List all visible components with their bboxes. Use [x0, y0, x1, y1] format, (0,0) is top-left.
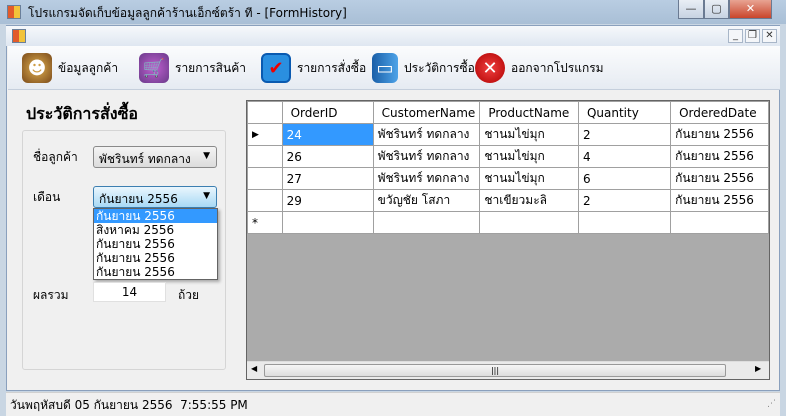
app-icon [7, 5, 21, 19]
month-option[interactable]: กันยายน 2556 [94, 209, 217, 223]
cart-icon: 🛒 [139, 53, 169, 83]
cell[interactable]: กันยายน 2556 [670, 167, 769, 190]
customer-label: ชื่อลูกค้า [33, 150, 78, 164]
column-header[interactable]: ProductName [479, 101, 579, 124]
scroll-right-icon[interactable]: ▶ [755, 364, 761, 373]
toolbar-label: รายการสินค้า [175, 60, 246, 75]
column-header[interactable]: OrderedDate [670, 101, 769, 124]
new-row[interactable]: * [247, 211, 769, 234]
cell[interactable]: 2 [577, 123, 672, 146]
cell[interactable]: ขวัญชัย โสภา [372, 189, 481, 212]
toolbar-history-button[interactable]: ▭ ประวัติการซื้อ [372, 50, 475, 86]
cell[interactable] [479, 211, 579, 234]
unit-label: ถ้วย [178, 288, 200, 302]
cell[interactable]: กันยายน 2556 [670, 189, 769, 212]
month-combo-value: กันยายน 2556 [99, 192, 178, 206]
toolbar-label: ออกจากโปรแกรม [511, 60, 604, 75]
month-label: เดือน [33, 190, 61, 204]
checklist-icon: ✔ [261, 53, 291, 83]
table-row[interactable]: ▶ 24 พัชรินทร์ ทดกลาง ชานมไข่มุก 2 กันยา… [247, 123, 769, 146]
total-field[interactable]: 14 [93, 282, 166, 302]
month-option[interactable]: กันยายน 2556 [94, 251, 217, 265]
cell[interactable]: 27 [281, 167, 374, 190]
status-bar: วันพฤหัสบดี 05 กันยายน 2556 7:55:55 PM ⋰ [6, 392, 780, 416]
status-datetime: วันพฤหัสบดี 05 กันยายน 2556 7:55:55 PM [10, 398, 248, 412]
orders-grid: OrderID CustomerName ProductName Quantit… [246, 100, 770, 380]
row-header[interactable] [247, 189, 283, 212]
toolbar: ☻ ข้อมูลลูกค้า 🛒 รายการสินค้า ✔ รายการสั… [8, 46, 780, 90]
current-row-indicator[interactable]: ▶ [247, 123, 283, 146]
cell[interactable]: กันยายน 2556 [670, 145, 769, 168]
customer-combo[interactable]: พัชรินทร์ ทดกลาง ▼ [93, 146, 217, 168]
table-row[interactable]: 29 ขวัญชัย โสภา ชาเขียวมะลิ 2 กันยายน 25… [247, 189, 769, 212]
child-close-button[interactable]: ✕ [762, 29, 777, 43]
resize-grip-icon[interactable]: ⋰ [767, 399, 776, 409]
cell[interactable]: 6 [577, 167, 672, 190]
row-header[interactable] [247, 145, 283, 168]
page-title: ประวัติการสั่งซื้อ [26, 104, 139, 123]
cell[interactable] [670, 211, 769, 234]
column-header[interactable]: CustomerName [372, 101, 481, 124]
cell[interactable]: ชาเขียวมะลิ [479, 189, 579, 212]
toolbar-label: ข้อมูลลูกค้า [58, 60, 119, 75]
scroll-left-icon[interactable]: ◀ [251, 364, 257, 373]
cell[interactable]: พัชรินทร์ ทดกลาง [372, 167, 481, 190]
child-form-icon[interactable] [12, 29, 26, 43]
cell[interactable] [577, 211, 672, 234]
toolbar-label: รายการสั่งซื้อ [297, 60, 367, 75]
month-option[interactable]: กันยายน 2556 [94, 265, 217, 279]
customer-combo-value: พัชรินทร์ ทดกลาง [99, 152, 191, 166]
toolbar-customers-button[interactable]: ☻ ข้อมูลลูกค้า [22, 50, 118, 86]
cell[interactable] [281, 211, 374, 234]
new-row-indicator[interactable]: * [247, 211, 283, 234]
cell[interactable]: กันยายน 2556 [670, 123, 769, 146]
cell[interactable]: พัชรินทร์ ทดกลาง [372, 145, 481, 168]
cell[interactable]: 4 [577, 145, 672, 168]
toolbar-orders-button[interactable]: ✔ รายการสั่งซื้อ [261, 50, 366, 86]
grid-header-row: OrderID CustomerName ProductName Quantit… [247, 101, 769, 124]
notebook-icon: ▭ [372, 53, 398, 83]
child-minimize-button[interactable]: _ [728, 29, 743, 43]
cell[interactable]: ชานมไข่มุก [479, 145, 579, 168]
toolbar-label: ประวัติการซื้อ [404, 60, 475, 75]
row-header[interactable] [247, 167, 283, 190]
maximize-button[interactable]: ▢ [704, 0, 729, 19]
cell[interactable]: ชานมไข่มุก [479, 123, 579, 146]
cell[interactable]: 26 [281, 145, 374, 168]
exit-icon: ✕ [475, 53, 505, 83]
toolbar-products-button[interactable]: 🛒 รายการสินค้า [139, 50, 246, 86]
month-dropdown-list: กันยายน 2556 สิงหาคม 2556 กันยายน 2556 ก… [93, 208, 218, 280]
month-option[interactable]: กันยายน 2556 [94, 237, 217, 251]
table-row[interactable]: 26 พัชรินทร์ ทดกลาง ชานมไข่มุก 4 กันยายน… [247, 145, 769, 168]
chevron-down-icon: ▼ [203, 191, 210, 201]
cell[interactable]: 24 [281, 123, 374, 146]
close-button[interactable]: ✕ [729, 0, 772, 19]
window-title: โปรแกรมจัดเก็บข้อมูลลูกค้าร้านเอ็กซ์ตร้า… [28, 6, 347, 20]
cell[interactable]: 2 [577, 189, 672, 212]
chevron-down-icon: ▼ [203, 151, 210, 161]
child-restore-button[interactable]: ❐ [745, 29, 760, 43]
minimize-button[interactable]: — [678, 0, 704, 19]
title-bar: โปรแกรมจัดเก็บข้อมูลลูกค้าร้านเอ็กซ์ตร้า… [0, 0, 786, 24]
orders-table: OrderID CustomerName ProductName Quantit… [247, 101, 769, 234]
cell[interactable] [372, 211, 481, 234]
cell[interactable]: ชานมไข่มุก [479, 167, 579, 190]
cell[interactable]: พัชรินทร์ ทดกลาง [372, 123, 481, 146]
mdi-menu-bar: _ ❐ ✕ [6, 26, 780, 46]
toolbar-exit-button[interactable]: ✕ ออกจากโปรแกรม [475, 50, 604, 86]
row-header-corner [247, 101, 283, 124]
table-row[interactable]: 27 พัชรินทร์ ทดกลาง ชานมไข่มุก 6 กันยายน… [247, 167, 769, 190]
column-header[interactable]: OrderID [281, 101, 374, 124]
horizontal-scrollbar[interactable]: ◀ ||| ▶ [247, 361, 769, 379]
total-label: ผลรวม [33, 288, 69, 302]
month-combo[interactable]: กันยายน 2556 ▼ [93, 186, 217, 208]
cell[interactable]: 29 [281, 189, 374, 212]
customers-icon: ☻ [22, 53, 52, 83]
month-option[interactable]: สิงหาคม 2556 [94, 223, 217, 237]
column-header[interactable]: Quantity [577, 101, 672, 124]
scroll-thumb[interactable]: ||| [264, 364, 726, 377]
